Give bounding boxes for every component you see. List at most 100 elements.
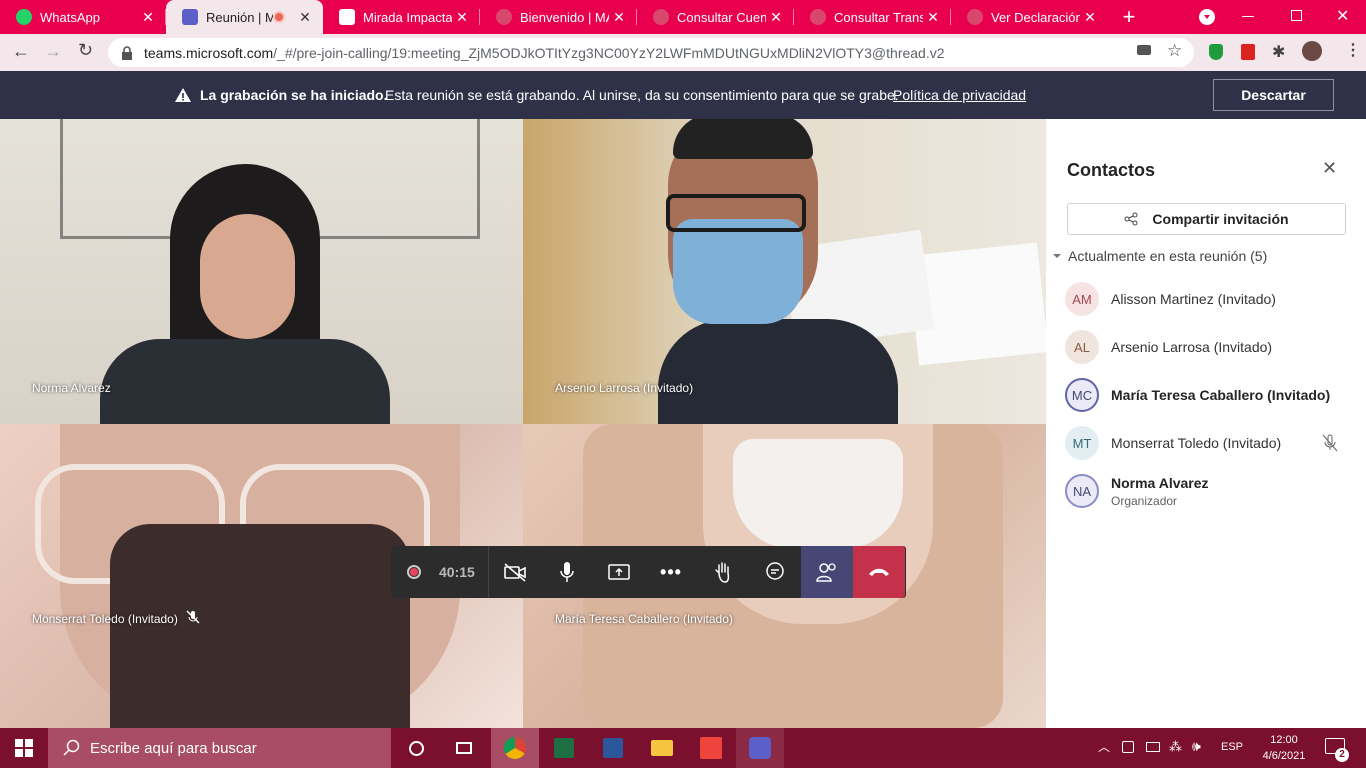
- more-actions-button[interactable]: •••: [645, 546, 697, 598]
- participant-name: Norma Alvarez: [1111, 474, 1209, 491]
- address-bar[interactable]: teams.microsoft.com/_#/pre-join-calling/…: [108, 38, 1194, 67]
- teams-app[interactable]: [736, 728, 784, 768]
- tab-ver-declaracion[interactable]: Ver Declaración | ✕: [951, 0, 1108, 34]
- task-view-icon: [456, 742, 472, 754]
- raise-hand-button[interactable]: [697, 546, 749, 598]
- cortana-button[interactable]: [392, 728, 440, 768]
- tab-mirada[interactable]: Mirada Impactant ✕: [323, 0, 480, 34]
- participant-name: Monserrat Toledo (Invitado): [32, 612, 178, 626]
- site-icon: [653, 9, 669, 25]
- taskbar-search[interactable]: Escribe aquí para buscar: [48, 728, 391, 768]
- pdf-extension-icon[interactable]: [1241, 44, 1255, 60]
- share-invite-button[interactable]: Compartir invitación: [1067, 203, 1346, 235]
- participants-button[interactable]: [801, 546, 853, 598]
- in-meeting-section[interactable]: Actualmente en esta reunión (5): [1052, 248, 1267, 264]
- anydesk-app[interactable]: [687, 728, 735, 768]
- new-tab-button[interactable]: +: [1117, 4, 1141, 30]
- recording-icon: [407, 565, 421, 579]
- section-label: Actualmente en esta reunión (5): [1068, 248, 1268, 264]
- participant-name: Arsenio Larrosa (Invitado): [1111, 339, 1273, 355]
- file-explorer-app[interactable]: [638, 728, 686, 768]
- people-icon: [816, 563, 836, 582]
- mic-off-icon: [186, 610, 200, 624]
- share-screen-icon: [608, 564, 630, 580]
- participant-item[interactable]: NA Norma Alvarez Organizador: [1065, 474, 1209, 508]
- participant-item[interactable]: AM Alisson Martinez (Invitado): [1065, 282, 1276, 316]
- reload-button[interactable]: ↻: [78, 40, 93, 61]
- hang-up-icon: [869, 568, 889, 576]
- device-icon[interactable]: [1122, 741, 1134, 753]
- battery-icon[interactable]: [1146, 742, 1160, 752]
- call-timer: 40:15: [439, 564, 475, 580]
- notification-count-badge: 2: [1335, 748, 1349, 762]
- chevron-down-icon: [1053, 254, 1061, 258]
- participant-name: María Teresa Caballero (Invitado): [1111, 387, 1331, 403]
- circle-icon: [408, 740, 424, 756]
- close-icon[interactable]: ✕: [923, 9, 943, 26]
- chrome-app[interactable]: [491, 728, 539, 768]
- chevron-up-icon[interactable]: ︿: [1098, 738, 1110, 755]
- restore-button[interactable]: [1291, 10, 1302, 21]
- close-icon[interactable]: ✕: [766, 9, 786, 26]
- video-tile-norma[interactable]: Norma Alvarez: [0, 119, 523, 424]
- share-invite-label: Compartir invitación: [1152, 211, 1289, 227]
- tab-bienvenido[interactable]: Bienvenido | MAR ✕: [480, 0, 637, 34]
- participant-item[interactable]: AL Arsenio Larrosa (Invitado): [1065, 330, 1272, 364]
- participant-name: Monserrat Toledo (Invitado): [1111, 435, 1282, 451]
- recording-timer: 40:15: [391, 546, 489, 598]
- chat-button[interactable]: [749, 546, 801, 598]
- minimize-button[interactable]: [1242, 16, 1254, 17]
- task-view-button[interactable]: [440, 728, 488, 768]
- video-tile-arsenio[interactable]: Arsenio Larrosa (Invitado): [523, 119, 1046, 424]
- hand-icon: [715, 562, 730, 583]
- shield-extension-icon[interactable]: [1209, 44, 1223, 60]
- participant-item[interactable]: MC María Teresa Caballero (Invitado): [1065, 378, 1330, 412]
- start-button[interactable]: [0, 728, 48, 768]
- participant-item[interactable]: MT Monserrat Toledo (Invitado): [1065, 426, 1281, 460]
- close-icon[interactable]: ✕: [1080, 9, 1100, 26]
- tab-title: Reunión | Mic: [206, 9, 273, 25]
- url-host: teams.microsoft.com: [144, 44, 274, 61]
- teams-icon: [749, 737, 771, 759]
- share-icon: [1124, 212, 1138, 226]
- tab-whatsapp[interactable]: WhatsApp ✕: [0, 0, 166, 34]
- dismiss-button[interactable]: Descartar: [1213, 79, 1334, 111]
- forward-button[interactable]: →: [44, 41, 62, 62]
- close-panel-button[interactable]: ✕: [1322, 158, 1337, 179]
- tab-consultar-cuenta[interactable]: Consultar Cuenta ✕: [637, 0, 794, 34]
- privacy-link[interactable]: Política de privacidad: [893, 87, 1026, 103]
- star-icon[interactable]: ☆: [1167, 41, 1182, 61]
- volume-icon[interactable]: 🕪: [1192, 738, 1201, 755]
- kebab-menu-icon[interactable]: ⋮: [1345, 40, 1361, 60]
- browser-tab-strip: WhatsApp ✕ Reunión | Mic ✕ Mirada Impact…: [0, 0, 1366, 34]
- camera-toggle-button[interactable]: [489, 546, 541, 598]
- windows-icon: [15, 739, 33, 757]
- close-icon[interactable]: ✕: [295, 9, 315, 26]
- language-indicator[interactable]: ESP: [1221, 741, 1243, 753]
- tab-consultar-transac[interactable]: Consultar Transac ✕: [794, 0, 951, 34]
- close-window-button[interactable]: ✕: [1336, 6, 1349, 26]
- hair-shape: [673, 119, 813, 159]
- excel-app[interactable]: [540, 728, 588, 768]
- body-shape: [100, 339, 390, 424]
- tab-search-button[interactable]: [1199, 9, 1215, 25]
- close-icon[interactable]: ✕: [138, 9, 158, 26]
- folder-icon: [651, 740, 673, 756]
- close-icon[interactable]: ✕: [609, 9, 629, 26]
- puzzle-icon[interactable]: ✱: [1272, 42, 1285, 62]
- clock[interactable]: 12:00 4/6/2021: [1254, 732, 1314, 764]
- back-button[interactable]: ←: [12, 41, 30, 62]
- mic-toggle-button[interactable]: [541, 546, 593, 598]
- tab-title: WhatsApp: [40, 9, 100, 25]
- site-icon: [496, 9, 512, 25]
- camera-icon[interactable]: [1137, 45, 1151, 55]
- network-icon[interactable]: ⁂: [1169, 739, 1182, 755]
- tab-teams-meeting[interactable]: Reunión | Mic ✕: [166, 0, 323, 34]
- call-controls: 40:15 •••: [391, 546, 906, 598]
- teams-icon: [182, 9, 198, 25]
- share-screen-button[interactable]: [593, 546, 645, 598]
- hang-up-button[interactable]: [853, 546, 905, 598]
- close-icon[interactable]: ✕: [452, 9, 472, 26]
- profile-avatar[interactable]: [1302, 41, 1322, 61]
- word-app[interactable]: [589, 728, 637, 768]
